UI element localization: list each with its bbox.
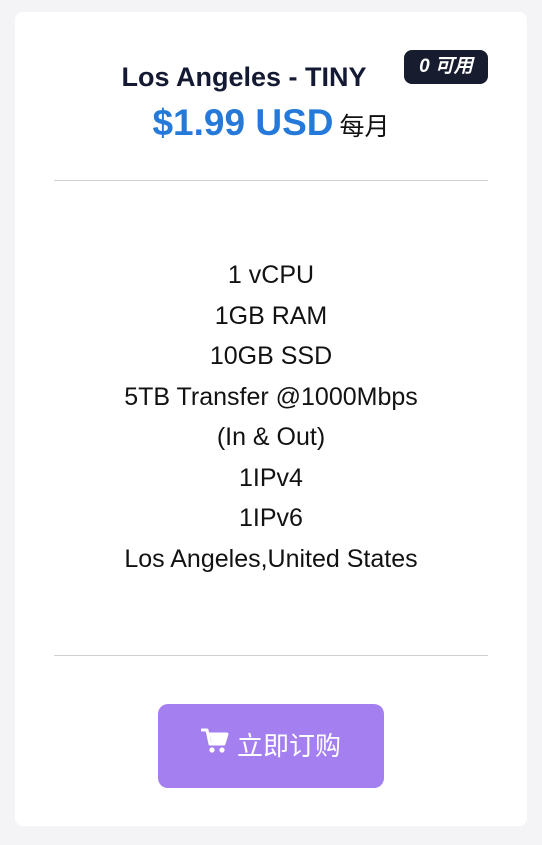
feature-item: 1GB RAM [214, 301, 328, 330]
feature-item: 1IPv4 [239, 463, 303, 492]
feature-item: 10GB SSD [209, 342, 333, 370]
availability-badge: 0 可用 [404, 50, 488, 84]
price-row: $1.99 USD 每月 [15, 102, 527, 144]
feature-item: 1 vCPU [227, 261, 315, 289]
feature-item: Los Angeles,United States [124, 544, 418, 573]
order-now-label: 立即订购 [236, 731, 341, 761]
shopping-cart-icon [200, 703, 229, 787]
bottom-divider [54, 655, 488, 656]
feature-list: 1 vCPU 1GB RAM 10GB SSD 5TB Transfer @10… [15, 255, 527, 579]
product-card: Los Angeles - TINY 0 可用 $1.99 USD 每月 1 vC… [15, 12, 527, 826]
billing-period: 每月 [339, 113, 390, 141]
feature-item: 5TB Transfer @1000Mbps [124, 382, 418, 411]
feature-item: (In & Out) [216, 423, 326, 451]
order-now-button[interactable]: 立即订购 [158, 704, 384, 788]
top-divider [54, 180, 488, 181]
plan-price: $1.99 USD [152, 102, 334, 143]
feature-item: 1IPv6 [239, 504, 303, 532]
